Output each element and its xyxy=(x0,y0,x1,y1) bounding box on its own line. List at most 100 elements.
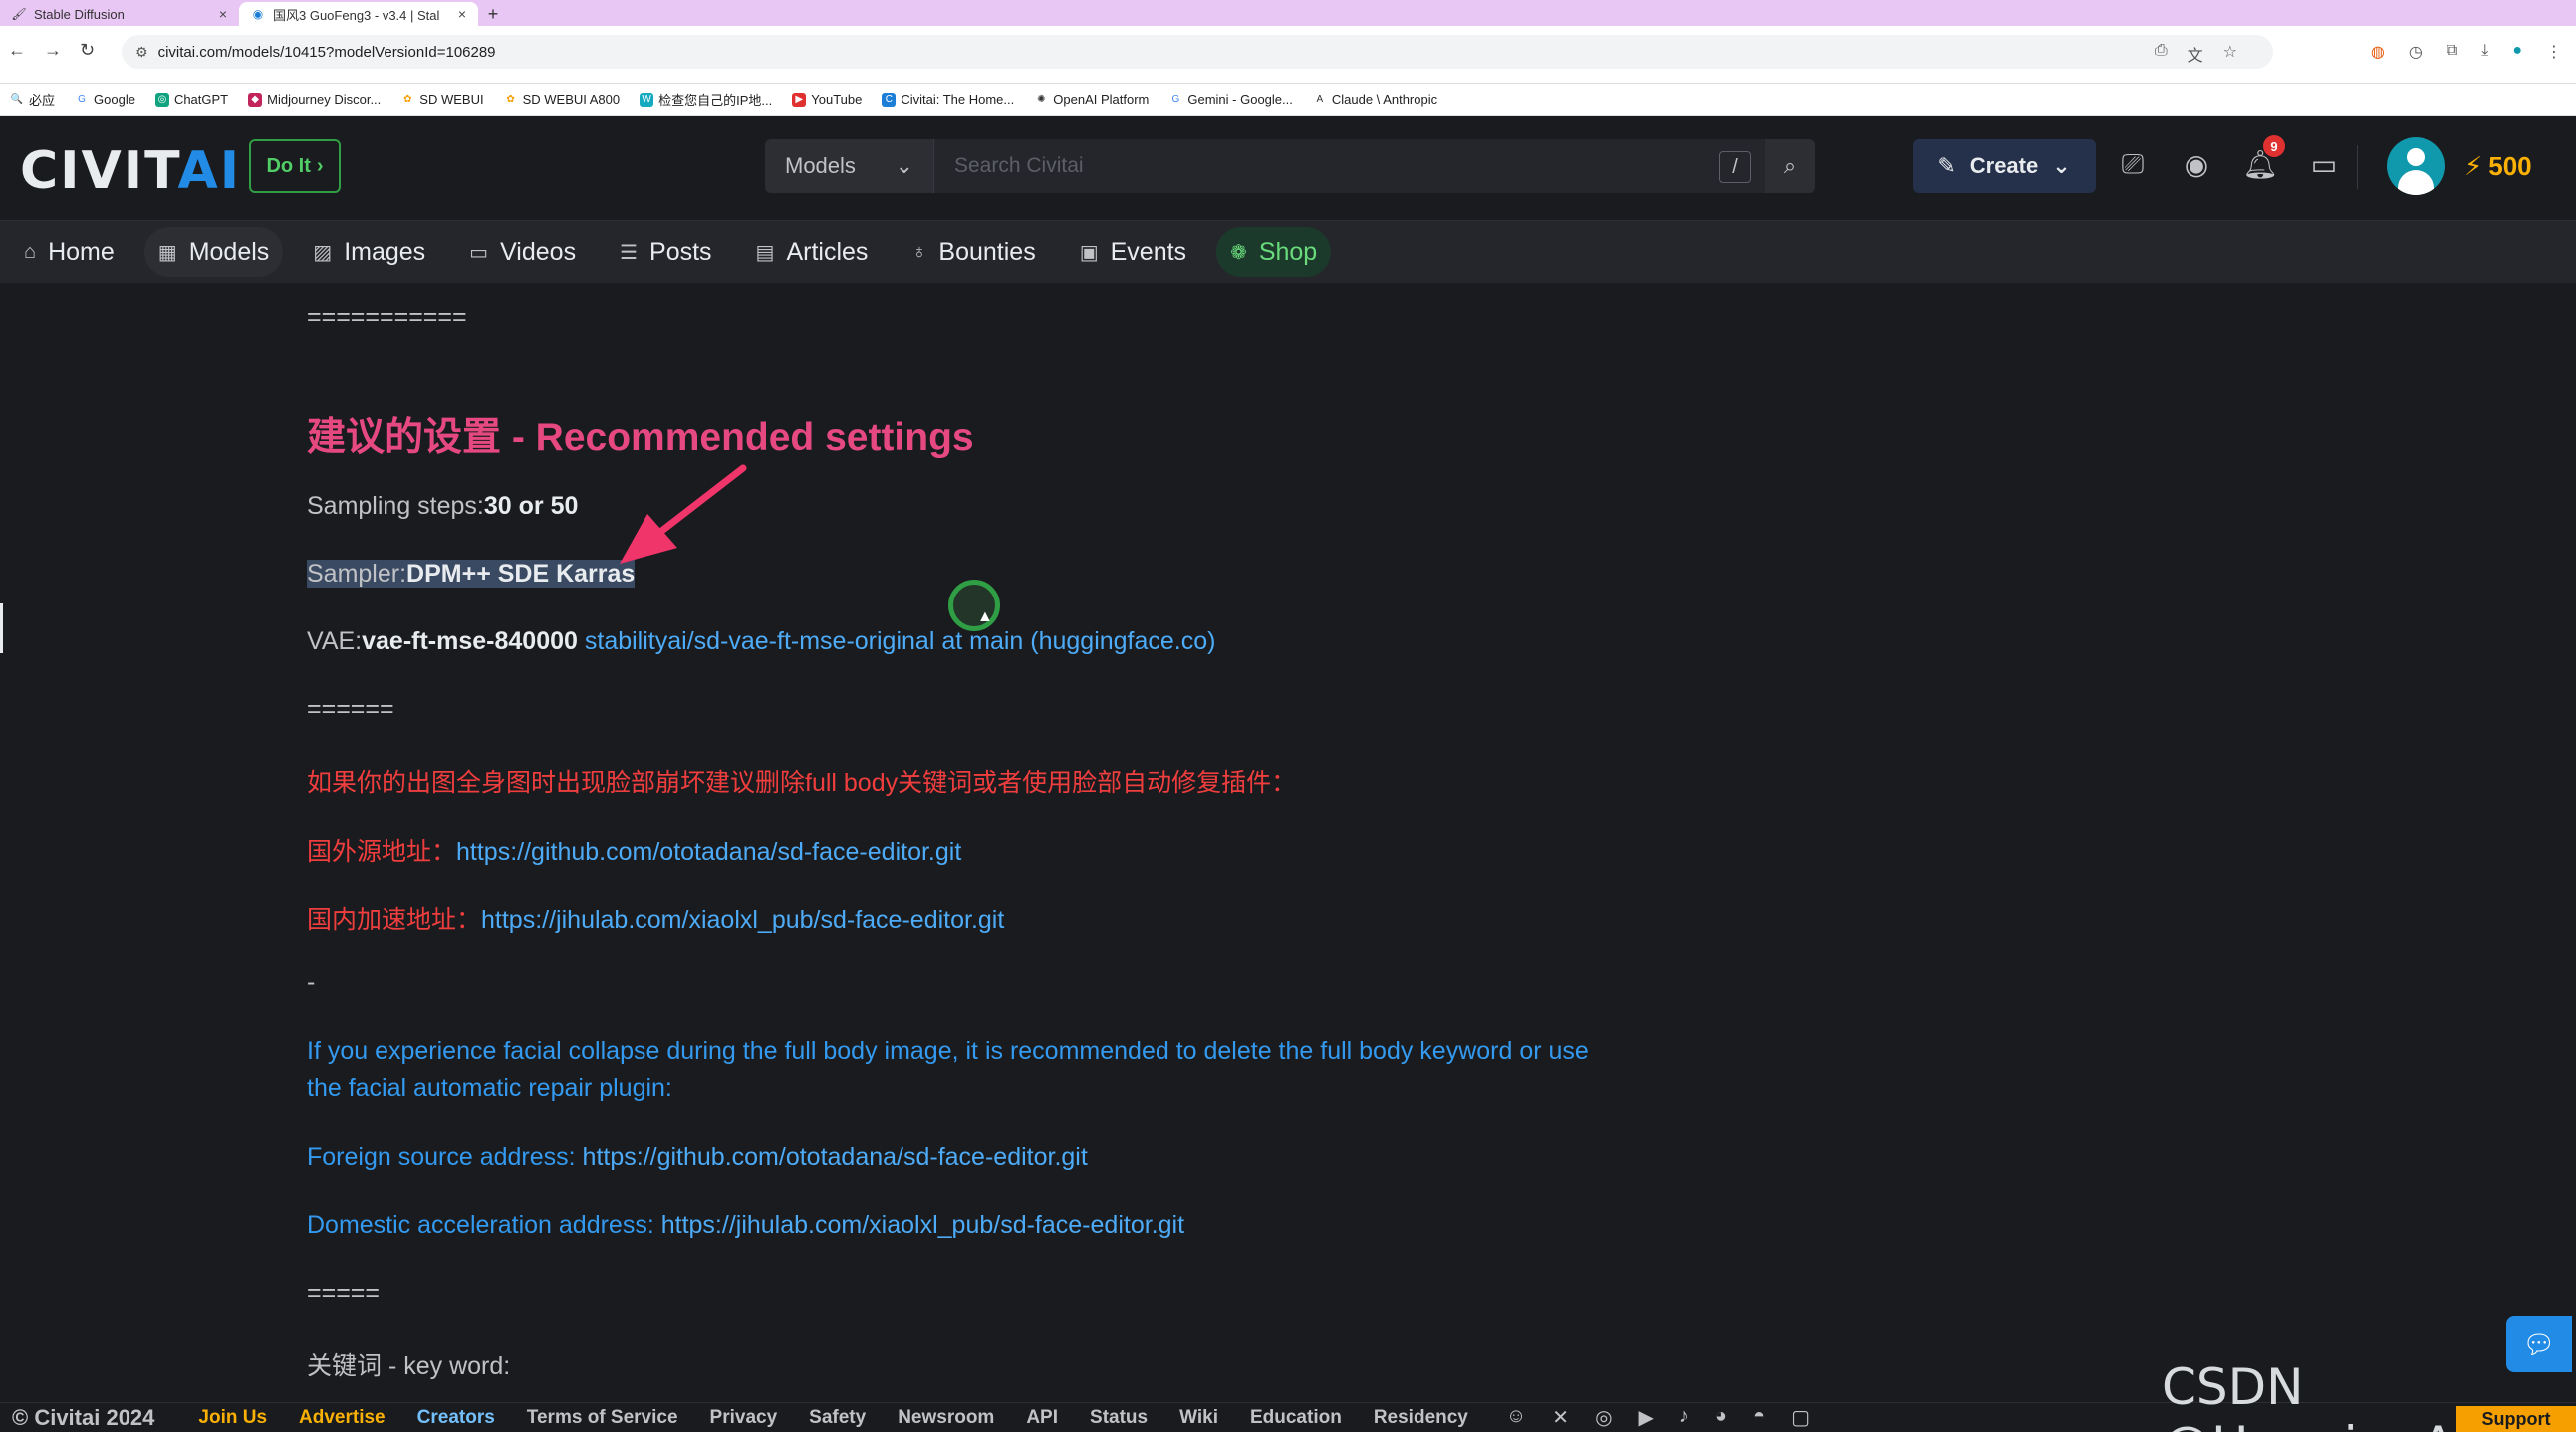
footer-link-newsroom[interactable]: Newsroom xyxy=(898,1407,994,1429)
nav-bounties[interactable]: ♁ Bounties xyxy=(898,227,1049,277)
menu-kebab-icon[interactable]: ⋮ xyxy=(2546,42,2562,62)
nav-shop[interactable]: ❁ Shop xyxy=(1216,227,1332,277)
download-icon[interactable]: ⤓ xyxy=(2481,42,2488,62)
chat-assistant-button[interactable]: 💬︎ xyxy=(2506,1316,2572,1372)
tab-close-icon[interactable]: × xyxy=(219,6,227,22)
keyword-label: 关键词 - key word: xyxy=(307,1352,511,1380)
back-icon[interactable]: ← xyxy=(8,40,26,61)
reload-icon[interactable]: ↻ xyxy=(80,40,95,61)
footer-link-terms[interactable]: Terms of Service xyxy=(527,1407,678,1429)
footer-link-join-us[interactable]: Join Us xyxy=(198,1407,267,1429)
bell-icon[interactable]: 🔔︎ 9 xyxy=(2242,135,2285,181)
nav-videos[interactable]: ▭ Videos xyxy=(455,227,590,277)
support-button[interactable]: Support xyxy=(2456,1406,2576,1432)
google-icon: G xyxy=(1171,94,1180,105)
bookmark-star-icon[interactable]: ☆ xyxy=(2223,42,2237,66)
browser-nav-buttons: ← → ↻ xyxy=(8,40,95,61)
url-field[interactable]: ⚙ civitai.com/models/10415?modelVersionI… xyxy=(122,35,2273,69)
grid-icon: ▦ xyxy=(157,241,177,264)
bookmark-item[interactable]: G Gemini - Google... xyxy=(1168,92,1292,107)
footer-link-education[interactable]: Education xyxy=(1250,1407,1342,1429)
sd-webui-icon: ✿ xyxy=(403,94,412,105)
bookmark-item[interactable]: C Civitai: The Home... xyxy=(882,92,1014,107)
translate-icon[interactable]: 文 xyxy=(2188,42,2203,66)
bookmark-item[interactable]: 🔍 必应 xyxy=(10,90,55,109)
openai-icon: ✺ xyxy=(1037,94,1046,105)
footer-link-api[interactable]: API xyxy=(1026,1407,1058,1429)
install-app-icon[interactable]: ⎙ xyxy=(2155,42,2168,66)
bookmark-item[interactable]: A Claude \ Anthropic xyxy=(1313,92,1438,107)
tab-close-icon[interactable]: × xyxy=(458,6,466,22)
history-icon[interactable]: ◷ xyxy=(2409,42,2423,62)
x-twitter-icon[interactable]: ✕ xyxy=(1552,1405,1569,1430)
copyright-text: © Civitai 2024 xyxy=(12,1404,155,1430)
cn-domestic-link[interactable]: https://jihulab.com/xiaolxl_pub/sd-face-… xyxy=(481,906,1004,934)
upload-monitor-icon[interactable]: ⎚ xyxy=(2116,147,2150,181)
cn-tip-text: 如果你的出图全身图时出现脸部崩坏建议删除full body关键词或者使用脸部自动… xyxy=(307,769,1297,797)
bookmark-item[interactable]: ◎ ChatGPT xyxy=(154,92,228,107)
nav-models[interactable]: ▦ Models xyxy=(143,227,284,277)
footer-link-safety[interactable]: Safety xyxy=(809,1407,866,1429)
cursor-arrow-icon: ▲ xyxy=(977,608,993,625)
tiktok-icon[interactable]: ♪ xyxy=(1679,1405,1689,1430)
footer-link-wiki[interactable]: Wiki xyxy=(1179,1407,1218,1429)
twitch-icon[interactable]: ▢ xyxy=(1791,1405,1810,1430)
avatar[interactable] xyxy=(2387,137,2445,195)
chat-icon[interactable]: ▭ xyxy=(2307,147,2341,181)
left-edge-marker xyxy=(0,603,3,653)
footer-link-residency[interactable]: Residency xyxy=(1374,1407,1468,1429)
cn-foreign-link[interactable]: https://github.com/ototadana/sd-face-edi… xyxy=(456,838,961,866)
browser-tab-stable-diffusion[interactable]: 🖌 Stable Diffusion × xyxy=(0,2,239,26)
discord-icon[interactable]: ☺ xyxy=(1506,1405,1526,1430)
youtube-icon[interactable]: ▶ xyxy=(1639,1405,1654,1430)
chatgpt-icon: ◎ xyxy=(154,92,169,107)
social-links: ☺ ✕ ◎ ▶ ♪ ◕ ◓ ▢ xyxy=(1506,1405,1810,1430)
bookmarks-bar: 🔍 必应 G Google ◎ ChatGPT ◆ Midjourney Discor.… xyxy=(0,84,2576,116)
url-text: civitai.com/models/10415?modelVersionId=… xyxy=(157,43,496,61)
civitai-logo[interactable]: CIVITAI xyxy=(20,141,241,201)
en-foreign-link[interactable]: https://github.com/ototadana/sd-face-edi… xyxy=(583,1143,1088,1171)
extensions-puzzle-icon[interactable]: ⧉ xyxy=(2447,42,2457,62)
browser-tab-guofeng[interactable]: ◉ 国风3 GuoFeng3 - v3.4 | Stal × xyxy=(239,2,478,26)
search-category-select[interactable]: Models ⌄ xyxy=(765,139,934,193)
bookmark-item[interactable]: ✿ SD WEBUI A800 xyxy=(504,92,620,107)
footer-link-status[interactable]: Status xyxy=(1090,1407,1148,1429)
bookmark-item[interactable]: ▶ YouTube xyxy=(792,92,862,107)
github-icon[interactable]: ◓ xyxy=(1753,1405,1765,1430)
bookmark-item[interactable]: G Google xyxy=(75,92,135,107)
google-icon: G xyxy=(78,94,86,105)
search-button[interactable]: ⌕ xyxy=(1765,139,1815,193)
tab-label: 国风3 GuoFeng3 - v3.4 | Stal xyxy=(273,7,440,23)
bookmark-item[interactable]: ✿ SD WEBUI xyxy=(400,92,484,107)
extension-icon[interactable]: ◍ xyxy=(2371,42,2385,62)
article-icon: ▤ xyxy=(755,241,775,264)
eye-icon[interactable]: ◉ xyxy=(2180,147,2213,181)
do-it-button[interactable]: Do It › xyxy=(249,139,341,193)
site-info-icon[interactable]: ⚙ xyxy=(135,44,148,61)
bookmark-item[interactable]: ◆ Midjourney Discor... xyxy=(248,92,381,107)
buzz-balance[interactable]: ⚡ 500 xyxy=(2464,151,2532,182)
new-tab-icon[interactable]: + xyxy=(478,2,508,26)
vae-link[interactable]: stabilityai/sd-vae-ft-mse-original at ma… xyxy=(585,627,1216,655)
footer-link-privacy[interactable]: Privacy xyxy=(710,1407,778,1429)
en-domestic-link[interactable]: https://jihulab.com/xiaolxl_pub/sd-face-… xyxy=(661,1211,1184,1239)
footer-link-creators[interactable]: Creators xyxy=(417,1407,495,1429)
footer-link-advertise[interactable]: Advertise xyxy=(299,1407,386,1429)
nav-events[interactable]: ▣ Events xyxy=(1066,227,1200,277)
nav-images[interactable]: ▨ Images xyxy=(299,227,439,277)
nav-home[interactable]: ⌂ Home xyxy=(10,227,129,277)
instagram-icon[interactable]: ◎ xyxy=(1595,1405,1612,1430)
bookmark-item[interactable]: ✺ OpenAI Platform xyxy=(1034,92,1149,107)
forward-icon[interactable]: → xyxy=(44,40,62,61)
site-header: CIVITAI Do It › Models ⌄ Search Civitai / ⌕… xyxy=(0,116,2576,221)
create-button[interactable]: ✎ Create ⌄ xyxy=(1913,139,2096,193)
search-input[interactable]: Search Civitai / xyxy=(934,139,1765,193)
en-domestic-line: Domestic acceleration address: https://j… xyxy=(307,1211,1185,1239)
brush-icon: ✎ xyxy=(1937,153,1956,178)
nav-articles[interactable]: ▤ Articles xyxy=(742,227,883,277)
video-icon: ▭ xyxy=(469,241,489,264)
reddit-icon[interactable]: ◕ xyxy=(1715,1405,1727,1430)
bookmark-item[interactable]: W 检查您自己的IP地... xyxy=(640,90,772,109)
profile-icon[interactable]: ● xyxy=(2512,42,2522,62)
nav-posts[interactable]: ☰ Posts xyxy=(606,227,725,277)
